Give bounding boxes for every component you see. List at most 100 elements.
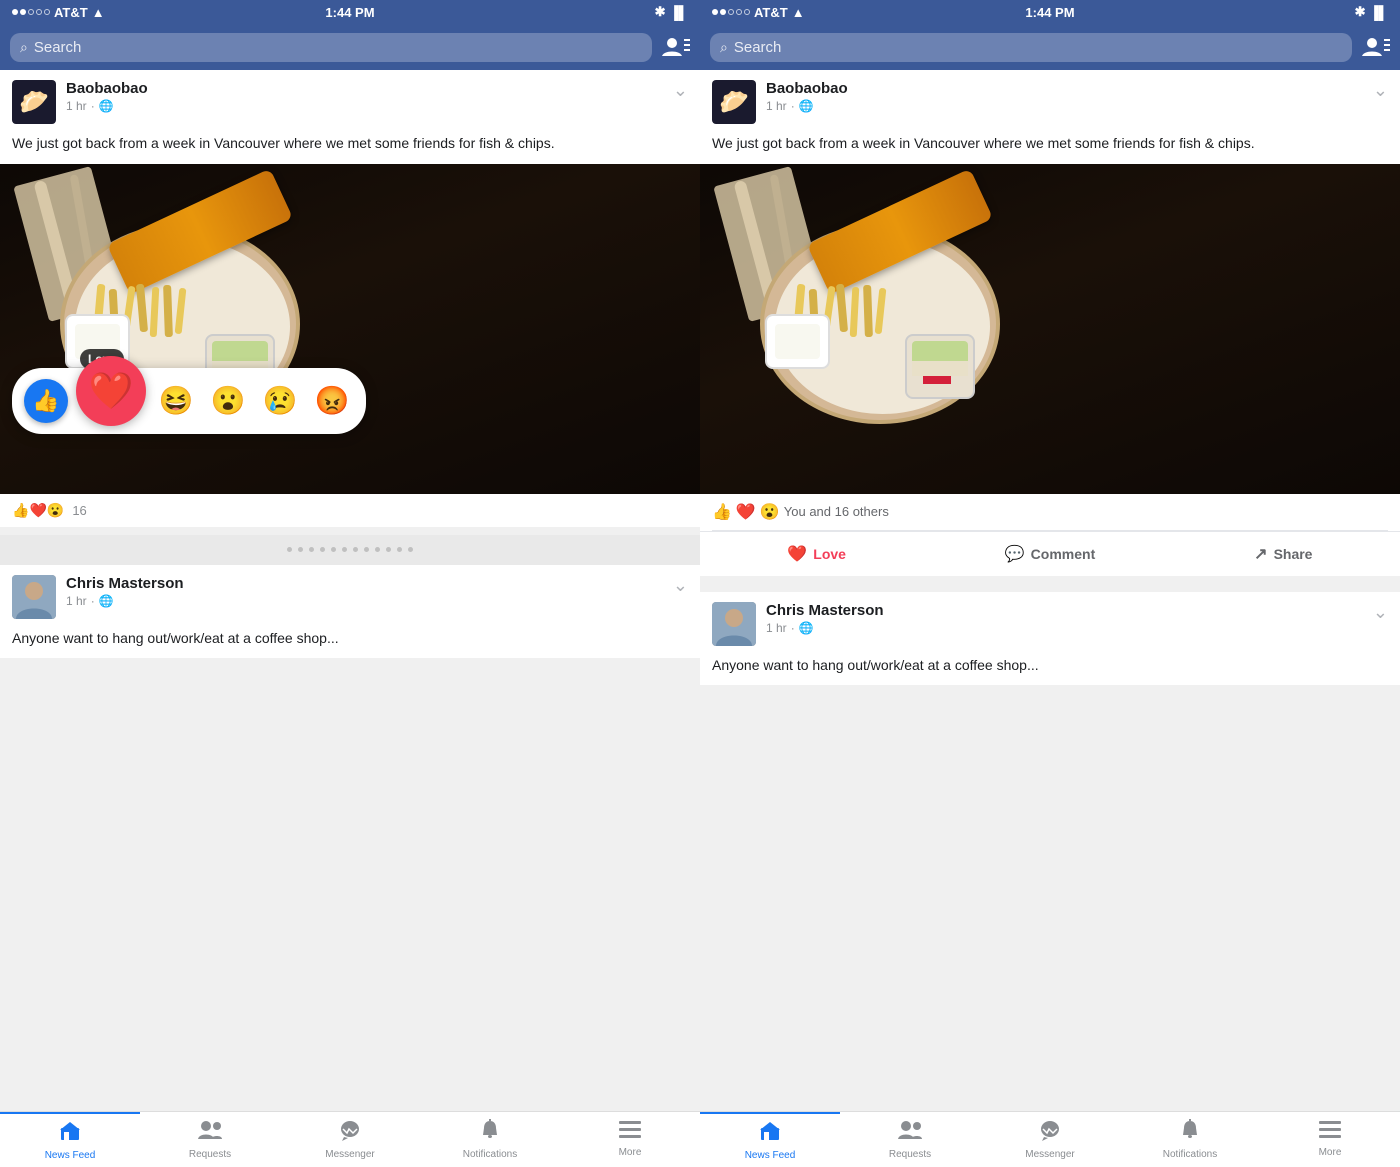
- nav-requests-r[interactable]: Requests: [840, 1112, 980, 1167]
- messenger-icon: [339, 1119, 361, 1147]
- post-card-1r: 🥟 Baobaobao 1 hr · 🌐 ⌄ We just got back …: [700, 70, 1400, 576]
- nav-label-notifications: Notifications: [463, 1149, 517, 1160]
- post2-chevron-r[interactable]: ⌄: [1373, 602, 1388, 623]
- reaction-love-mini-r: ❤️: [736, 502, 756, 522]
- nav-messenger[interactable]: Messenger: [280, 1112, 420, 1167]
- home-icon-r: [759, 1120, 781, 1148]
- search-input-wrapper-r[interactable]: ⌕ Search: [710, 33, 1352, 62]
- angry-reaction[interactable]: 😡: [310, 379, 354, 423]
- nav-more[interactable]: More: [560, 1112, 700, 1167]
- signal-dot-5: [44, 9, 50, 15]
- wow-reaction[interactable]: 😮: [206, 379, 250, 423]
- battery-icon-r: ▐▌: [1370, 5, 1388, 20]
- action-bar: ❤️ Love 💬 Comment ↗ Share: [700, 531, 1400, 576]
- friends-icon-r: [898, 1119, 922, 1147]
- nav-more-r[interactable]: More: [1260, 1112, 1400, 1167]
- time-display: 1:44 PM: [325, 5, 374, 20]
- search-input-wrapper[interactable]: ⌕ Search: [10, 33, 652, 62]
- nav-notifications-r[interactable]: Notifications: [1120, 1112, 1260, 1167]
- nav-requests[interactable]: Requests: [140, 1112, 280, 1167]
- menu-icon: [619, 1121, 641, 1145]
- nav-label-news-feed-r: News Feed: [745, 1150, 796, 1161]
- comment-label: Comment: [1031, 546, 1096, 562]
- person-menu-icon[interactable]: [662, 36, 690, 58]
- love-button[interactable]: ❤️ Love: [700, 536, 933, 572]
- nav-news-feed[interactable]: News Feed: [0, 1112, 140, 1167]
- time-display-r: 1:44 PM: [1025, 5, 1074, 20]
- bluetooth-icon-r: ✱: [1355, 4, 1366, 20]
- sad-reaction[interactable]: 😢: [258, 379, 302, 423]
- feed-right: 🥟 Baobaobao 1 hr · 🌐 ⌄ We just got back …: [700, 70, 1400, 1111]
- bluetooth-icon: ✱: [655, 4, 666, 20]
- comment-button[interactable]: 💬 Comment: [933, 536, 1166, 572]
- avatar-chris-r: [712, 602, 756, 646]
- reaction-wow-mini-r: 😮: [760, 502, 780, 522]
- reaction-mini-icons: 👍 ❤️ 😮: [12, 502, 64, 519]
- reaction-love-mini: ❤️: [29, 502, 46, 519]
- nav-label-news-feed: News Feed: [45, 1150, 96, 1161]
- love-reaction-big[interactable]: ❤️: [76, 356, 146, 426]
- nav-label-more-r: More: [1319, 1147, 1342, 1158]
- post-text-1: We just got back from a week in Vancouve…: [0, 130, 700, 164]
- post-card-2r: Chris Masterson 1 hr · 🌐 ⌄ Anyone want t…: [700, 592, 1400, 686]
- reaction-wow-mini: 😮: [47, 502, 64, 519]
- nav-notifications[interactable]: Notifications: [420, 1112, 560, 1167]
- status-bar-right: AT&T ▲ 1:44 PM ✱ ▐▌: [700, 0, 1400, 24]
- bottom-nav-left: News Feed Requests Messenge: [0, 1111, 700, 1167]
- wifi-icon-r: ▲: [792, 5, 805, 20]
- reaction-pills[interactable]: 👍 ❤️ 😆 😮 😢 😡: [12, 368, 366, 434]
- post2-options-chevron[interactable]: ⌄: [673, 575, 688, 596]
- person-menu-icon-r[interactable]: [1362, 36, 1390, 58]
- nav-label-requests-r: Requests: [889, 1149, 931, 1160]
- left-panel: AT&T ▲ 1:44 PM ✱ ▐▌ ⌕ Search: [0, 0, 700, 1167]
- post-card-2: Chris Masterson 1 hr · 🌐 ⌄ Anyone want t…: [0, 565, 700, 659]
- carrier-name: AT&T: [54, 5, 88, 20]
- post2-time-text: 1 hr: [66, 594, 87, 608]
- post-header-2: Chris Masterson 1 hr · 🌐 ⌄: [0, 565, 700, 625]
- search-placeholder: Search: [34, 39, 82, 56]
- food-image-r: [700, 164, 1400, 494]
- nav-label-messenger: Messenger: [325, 1149, 374, 1160]
- post2-time-r: 1 hr: [766, 621, 787, 635]
- signal-dot-2: [20, 9, 26, 15]
- post-time-text-r: 1 hr: [766, 99, 787, 113]
- reaction-count: 16: [72, 503, 86, 518]
- right-panel: AT&T ▲ 1:44 PM ✱ ▐▌ ⌕ Search: [700, 0, 1400, 1167]
- food-image: [0, 164, 700, 494]
- share-icon: ↗: [1254, 544, 1267, 564]
- carrier-name-r: AT&T: [754, 5, 788, 20]
- avatar-baobaobao-r: 🥟: [712, 80, 756, 124]
- nav-label-notifications-r: Notifications: [1163, 1149, 1217, 1160]
- messenger-icon-r: [1039, 1119, 1061, 1147]
- avatar-chris: [12, 575, 56, 619]
- love-label: Love: [813, 546, 846, 562]
- share-label: Share: [1274, 546, 1313, 562]
- post-image-1: Love 👍 ❤️ 😆 😮 😢 😡: [0, 164, 700, 494]
- nav-news-feed-r[interactable]: News Feed: [700, 1112, 840, 1167]
- love-icon: ❤️: [787, 544, 807, 564]
- signal-dot-4: [36, 9, 42, 15]
- post2-text: Anyone want to hang out/work/eat at a co…: [0, 625, 700, 659]
- status-bar-left: AT&T ▲ 1:44 PM ✱ ▐▌: [0, 0, 700, 24]
- reactions-summary-r: 👍 ❤️ 😮 You and 16 others: [700, 494, 1400, 530]
- comment-icon: 💬: [1005, 544, 1025, 564]
- post2-author-name: Chris Masterson: [66, 575, 184, 592]
- battery-icon: ▐▌: [670, 5, 688, 20]
- post-gap: [700, 584, 1400, 592]
- share-button[interactable]: ↗ Share: [1167, 536, 1400, 572]
- feed-left: 🥟 Baobaobao 1 hr · 🌐 ⌄ We just got back …: [0, 70, 700, 1111]
- haha-reaction[interactable]: 😆: [154, 379, 198, 423]
- post-image-1r: [700, 164, 1400, 494]
- thumbs-up-reaction[interactable]: 👍: [24, 379, 68, 423]
- reaction-bar-1: 👍 ❤️ 😮 16: [0, 494, 700, 527]
- nav-label-messenger-r: Messenger: [1025, 1149, 1074, 1160]
- nav-label-requests: Requests: [189, 1149, 231, 1160]
- search-bar-left: ⌕ Search: [0, 24, 700, 70]
- nav-messenger-r[interactable]: Messenger: [980, 1112, 1120, 1167]
- post-header-2r: Chris Masterson 1 hr · 🌐 ⌄: [700, 592, 1400, 652]
- post-options-chevron-r[interactable]: ⌄: [1373, 80, 1388, 101]
- search-placeholder-r: Search: [734, 39, 782, 56]
- signal-dot-3: [28, 9, 34, 15]
- wifi-icon: ▲: [92, 5, 105, 20]
- post-options-chevron[interactable]: ⌄: [673, 80, 688, 101]
